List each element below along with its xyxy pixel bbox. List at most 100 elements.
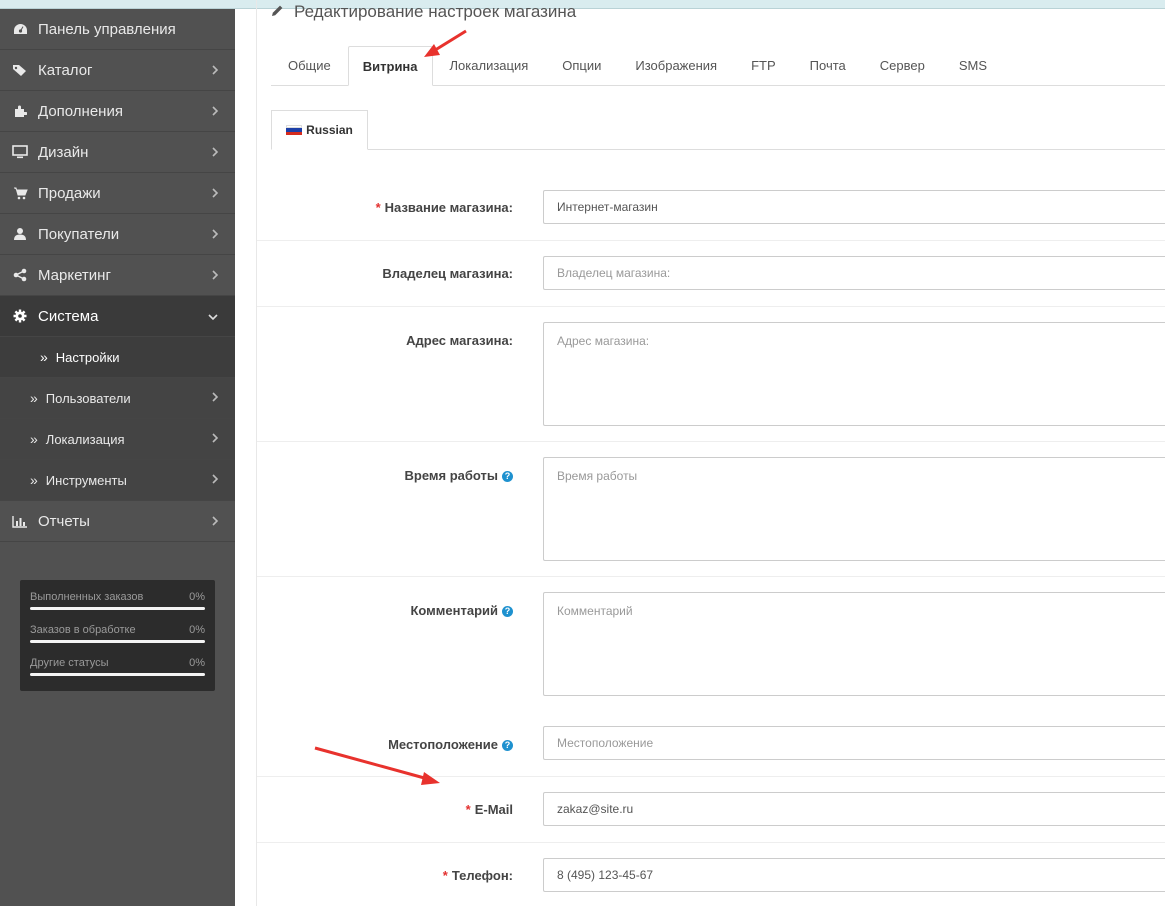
monitor-icon xyxy=(12,145,28,159)
stat-percent: 0% xyxy=(189,591,205,603)
form-row-hours: Время работы? xyxy=(257,442,1165,577)
required-marker: * xyxy=(375,200,381,215)
hours-label: Время работы? xyxy=(405,468,513,483)
stat-processing-orders: Заказов в обработке 0% xyxy=(20,613,215,646)
chevron-down-icon xyxy=(207,309,219,326)
sidebar-item-marketing[interactable]: Маркетинг xyxy=(0,255,235,296)
owner-input[interactable] xyxy=(543,256,1165,290)
puzzle-icon xyxy=(12,104,28,118)
chevron-right-icon xyxy=(211,268,219,285)
sidebar-subitem-settings[interactable]: » Настройки xyxy=(0,337,235,378)
form-row-location: Местоположение? xyxy=(257,711,1165,777)
tab-ftp[interactable]: FTP xyxy=(734,46,793,85)
chevron-right-icon xyxy=(211,145,219,162)
chevron-right-icon xyxy=(211,186,219,203)
sidebar-item-label: Каталог xyxy=(38,61,93,79)
sidebar-subitem-label: Инструменты xyxy=(45,472,127,488)
sidebar-item-customers[interactable]: Покупатели xyxy=(0,214,235,255)
settings-tabs: Общие Витрина Локализация Опции Изображе… xyxy=(271,46,1165,86)
tab-options[interactable]: Опции xyxy=(545,46,618,85)
sidebar-item-dashboard[interactable]: Панель управления xyxy=(0,9,235,50)
chevron-right-icon xyxy=(211,104,219,121)
sidebar-item-label: Дизайн xyxy=(38,143,89,161)
chevron-right-icon xyxy=(211,391,219,406)
sidebar-item-catalog[interactable]: Каталог xyxy=(0,50,235,91)
store-name-input[interactable] xyxy=(543,190,1165,224)
sidebar-item-reports[interactable]: Отчеты xyxy=(0,501,235,542)
hours-textarea[interactable] xyxy=(543,457,1165,561)
phone-input[interactable] xyxy=(543,858,1165,892)
sidebar-item-label: Покупатели xyxy=(38,225,120,243)
chevron-right-icon xyxy=(211,63,219,80)
form-row-phone: * Телефон: xyxy=(257,843,1165,906)
pencil-icon xyxy=(271,2,284,22)
stat-progress-bar xyxy=(30,673,205,676)
double-chevron-icon: » xyxy=(30,472,38,488)
sidebar-subitem-label: Пользователи xyxy=(45,390,131,406)
stat-percent: 0% xyxy=(189,657,205,669)
sidebar-subitem-users[interactable]: » Пользователи xyxy=(0,378,235,419)
address-textarea[interactable] xyxy=(543,322,1165,426)
help-icon[interactable]: ? xyxy=(502,606,513,617)
location-input[interactable] xyxy=(543,726,1165,760)
chevron-right-icon xyxy=(211,227,219,244)
share-icon xyxy=(12,268,28,282)
language-tabs: Russian xyxy=(271,110,1165,150)
order-stats-panel: Выполненных заказов 0% Заказов в обработ… xyxy=(20,580,215,691)
sidebar-item-design[interactable]: Дизайн xyxy=(0,132,235,173)
russia-flag-icon xyxy=(286,124,303,136)
form-row-address: Адрес магазина: xyxy=(257,307,1165,442)
tab-store[interactable]: Витрина xyxy=(347,46,433,86)
stat-progress-bar xyxy=(30,607,205,610)
stat-label: Выполненных заказов xyxy=(30,591,144,603)
chevron-right-icon xyxy=(211,514,219,531)
sidebar: Панель управления Каталог Дополнения Диз… xyxy=(0,9,235,906)
double-chevron-icon: » xyxy=(30,390,38,406)
help-icon[interactable]: ? xyxy=(502,740,513,751)
sidebar-item-label: Дополнения xyxy=(38,102,123,120)
sidebar-item-label: Система xyxy=(38,307,99,325)
location-label: Местоположение? xyxy=(388,737,513,752)
form-row-email: * E-Mail xyxy=(257,777,1165,843)
tab-general[interactable]: Общие xyxy=(271,46,348,85)
owner-label: Владелец магазина: xyxy=(382,266,513,281)
tags-icon xyxy=(12,64,28,77)
dashboard-icon xyxy=(12,23,28,36)
comment-textarea[interactable] xyxy=(543,592,1165,696)
tab-language-russian[interactable]: Russian xyxy=(271,110,368,150)
double-chevron-icon: » xyxy=(30,431,38,447)
stat-label: Другие статусы xyxy=(30,657,109,669)
sidebar-subitem-tools[interactable]: » Инструменты xyxy=(0,460,235,501)
form-row-owner: Владелец магазина: xyxy=(257,241,1165,307)
sidebar-item-system[interactable]: Система xyxy=(0,296,235,337)
stat-progress-bar xyxy=(30,640,205,643)
chevron-right-icon xyxy=(211,473,219,488)
sidebar-item-label: Маркетинг xyxy=(38,266,111,284)
sidebar-item-extensions[interactable]: Дополнения xyxy=(0,91,235,132)
form-row-comment: Комментарий? xyxy=(257,577,1165,711)
tab-images[interactable]: Изображения xyxy=(618,46,734,85)
page-title-text: Редактирование настроек магазина xyxy=(294,2,577,21)
sidebar-item-label: Панель управления xyxy=(38,20,176,38)
tab-localisation[interactable]: Локализация xyxy=(433,46,546,85)
email-input[interactable] xyxy=(543,792,1165,826)
page-title: Редактирование настроек магазина xyxy=(271,0,576,24)
sidebar-item-sales[interactable]: Продажи xyxy=(0,173,235,214)
tab-sms[interactable]: SMS xyxy=(942,46,1004,85)
required-marker: * xyxy=(465,802,471,817)
tab-server[interactable]: Сервер xyxy=(863,46,942,85)
sidebar-subitem-localisation[interactable]: » Локализация xyxy=(0,419,235,460)
help-icon[interactable]: ? xyxy=(502,471,513,482)
bar-chart-icon xyxy=(12,515,28,528)
user-icon xyxy=(12,227,28,241)
chevron-right-icon xyxy=(211,432,219,447)
required-marker: * xyxy=(442,868,448,883)
language-label: Russian xyxy=(306,123,353,137)
email-label: * E-Mail xyxy=(465,802,513,817)
phone-label: * Телефон: xyxy=(442,868,513,883)
double-chevron-icon: » xyxy=(40,349,48,365)
sidebar-subitem-label: Настройки xyxy=(55,349,120,365)
tab-mail[interactable]: Почта xyxy=(793,46,863,85)
sidebar-subitem-label: Локализация xyxy=(45,431,125,447)
address-label: Адрес магазина: xyxy=(406,333,513,348)
